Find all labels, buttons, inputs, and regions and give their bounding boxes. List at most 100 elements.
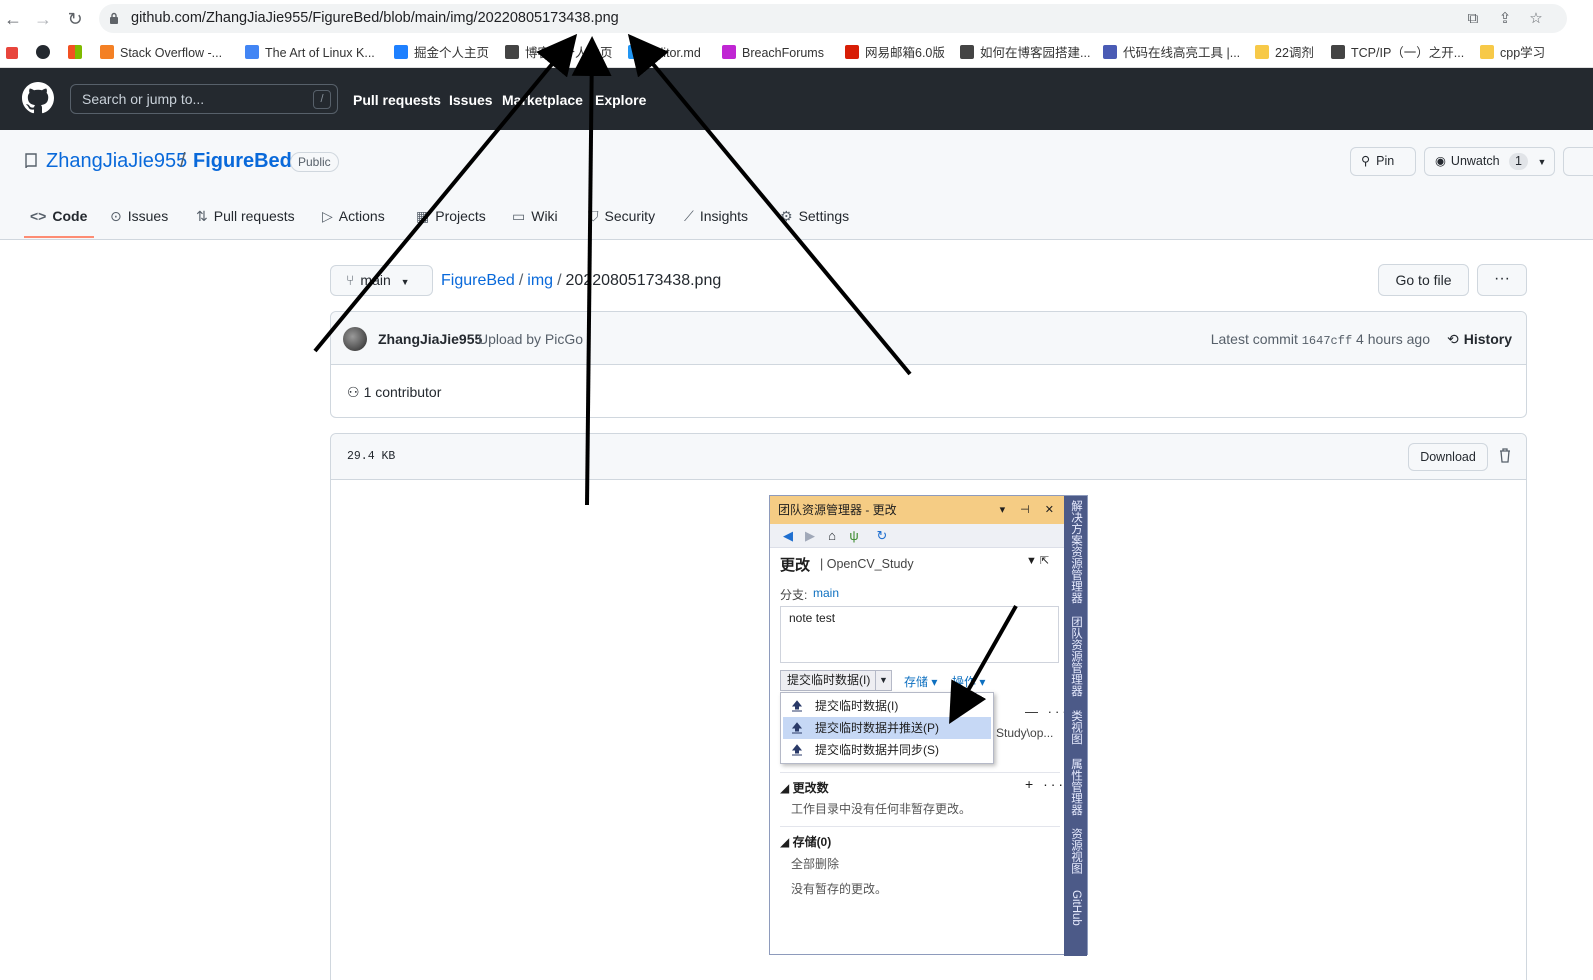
branch-selector[interactable]: ⑂ main ▼: [330, 265, 433, 296]
pin-button[interactable]: ⚲ Pin: [1350, 147, 1416, 176]
bookmark-github-icon[interactable]: [36, 44, 50, 62]
bookmark-item[interactable]: TCP/IP（一）之开...: [1331, 44, 1464, 62]
crumb-repo-link[interactable]: FigureBed: [441, 272, 515, 289]
commit-sha[interactable]: 1647cff: [1302, 334, 1352, 348]
bookmark-app-icon[interactable]: [6, 44, 18, 62]
download-button[interactable]: Download: [1408, 443, 1488, 471]
back-icon[interactable]: ←: [3, 9, 23, 29]
vs-collapse-icon: — ···: [1025, 704, 1070, 719]
file-size: 29.4 KB: [347, 450, 396, 463]
bookmark-label: 网易邮箱6.0版: [865, 46, 945, 60]
tab-security[interactable]: ⛉ Security: [588, 208, 655, 225]
crumb-dir-link[interactable]: img: [527, 272, 553, 289]
tab-code[interactable]: <> Code: [30, 208, 87, 224]
embedded-image: 团队资源管理器 - 更改 ▾ ⊣ ✕ ◀ ▶ ⌂ ψ ↻ 更改 | OpenCV…: [769, 495, 1088, 956]
bookmark-label: TCP/IP（一）之开...: [1351, 46, 1465, 60]
github-logo-icon[interactable]: [22, 82, 54, 114]
issue-icon: ⊙: [110, 208, 122, 224]
tab-code-label: Code: [52, 208, 88, 224]
tab-actions[interactable]: ▷ Actions: [322, 208, 385, 225]
commit-age: 4 hours ago: [1356, 331, 1430, 347]
bookmark-item[interactable]: 博客园个人主页: [505, 44, 613, 62]
vs-branch: main: [813, 586, 840, 600]
vs-refresh-icon: ↻: [876, 528, 888, 543]
crumb-file: 20220805173438.png: [565, 272, 722, 289]
divider: [780, 826, 1060, 827]
tab-actions-label: Actions: [338, 208, 385, 224]
bookmark-item[interactable]: 22调剂: [1255, 44, 1314, 62]
bookmark-item[interactable]: Editor.md: [628, 44, 701, 62]
latest-commit-info: Latest commit 1647cff 4 hours ago: [1211, 331, 1430, 348]
vs-side-tab: 类视图: [1070, 710, 1082, 745]
tab-settings[interactable]: ⚙ Settings: [780, 208, 849, 225]
more-options-button[interactable]: ···: [1477, 264, 1527, 296]
star-icon[interactable]: ☆: [1526, 9, 1546, 29]
tab-pull-requests[interactable]: ⇅ Pull requests: [196, 208, 295, 225]
bookmark-item[interactable]: 掘金个人主页: [394, 44, 489, 62]
commit-box: ZhangJiaJie955 Upload by PicGo Latest co…: [330, 311, 1527, 418]
tab-insights[interactable]: ⟋ Insights: [684, 208, 748, 225]
pin-label: Pin: [1376, 154, 1395, 168]
forward-icon[interactable]: →: [33, 9, 53, 29]
chevron-down-icon: ▼: [1537, 157, 1547, 167]
bookmark-item[interactable]: BreachForums: [722, 44, 824, 62]
bookmark-label: cpp学习: [1500, 46, 1546, 60]
unwatch-button[interactable]: ◉ Unwatch 1 ▼: [1424, 147, 1555, 176]
address-bar[interactable]: github.com/ZhangJiaJie955/FigureBed/blob…: [99, 4, 1567, 33]
vs-path-text: Study\op...: [996, 726, 1054, 740]
commit-author[interactable]: ZhangJiaJie955: [378, 331, 482, 347]
nav-marketplace[interactable]: Marketplace: [502, 92, 583, 108]
vs-window-controls: ▾ ⊣ ✕: [999, 504, 1060, 516]
folder-icon: [1255, 45, 1269, 59]
unwatch-label: Unwatch: [1450, 154, 1500, 168]
translate-icon[interactable]: ⧉: [1463, 9, 1483, 29]
avatar[interactable]: [343, 327, 367, 351]
vs-side-tab: GitHub: [1070, 890, 1082, 926]
search-input[interactable]: Search or jump to... /: [70, 84, 338, 114]
reload-icon[interactable]: ↻: [65, 9, 85, 29]
history-label: History: [1463, 331, 1512, 347]
vs-menu-item: 提交临时数据(I): [783, 695, 991, 717]
book-icon: ▭: [512, 208, 526, 224]
nav-issues[interactable]: Issues: [449, 92, 493, 108]
tab-wiki[interactable]: ▭ Wiki: [512, 208, 558, 225]
vs-actions-link: 操作 ▾: [952, 675, 986, 689]
latest-commit-bar: ZhangJiaJie955 Upload by PicGo Latest co…: [331, 312, 1526, 365]
vs-add-icon: + ···: [1025, 776, 1067, 792]
bookmark-item[interactable]: 网易邮箱6.0版: [845, 44, 945, 62]
share-icon[interactable]: ⇪: [1495, 9, 1515, 29]
shield-icon: ⛉: [588, 208, 599, 224]
bookmarks-bar: Stack Overflow -... The Art of Linux K...…: [0, 38, 1593, 68]
bookmark-item[interactable]: cpp学习: [1480, 44, 1545, 62]
bookmark-label: The Art of Linux K...: [265, 46, 375, 60]
stackoverflow-icon: [100, 45, 114, 59]
history-link[interactable]: ⟲ History: [1447, 331, 1512, 348]
repo-name-link[interactable]: FigureBed: [193, 150, 292, 173]
bookmark-item[interactable]: 代码在线高亮工具 |...: [1103, 44, 1240, 62]
tab-projects[interactable]: ▦ Projects: [416, 208, 486, 225]
tab-pull-requests-label: Pull requests: [213, 208, 295, 224]
bookmark-microsoft-icon[interactable]: [68, 44, 82, 62]
nav-pull-requests[interactable]: Pull requests: [353, 92, 441, 108]
trash-icon[interactable]: [1498, 447, 1512, 463]
bookmark-item[interactable]: The Art of Linux K...: [245, 44, 375, 62]
branch-label: main: [360, 272, 391, 288]
vs-plug-icon: ψ: [849, 528, 859, 543]
commit-message[interactable]: Upload by PicGo: [478, 331, 583, 347]
bookmark-item[interactable]: 如何在博客园搭建...: [960, 44, 1090, 62]
bookmark-item[interactable]: Stack Overflow -...: [100, 44, 222, 62]
vs-menu-label: 提交临时数据(I): [815, 699, 899, 713]
nav-explore[interactable]: Explore: [595, 92, 646, 108]
visibility-badge: Public: [290, 152, 339, 172]
vs-delete-all: 全部删除: [791, 857, 840, 871]
repo-owner-link[interactable]: ZhangJiaJie955: [46, 150, 187, 173]
tab-issues[interactable]: ⊙ Issues: [110, 208, 168, 225]
contributors-link[interactable]: ⚇ 1 contributor: [347, 384, 441, 401]
tab-projects-label: Projects: [435, 208, 486, 224]
chrome-icon: [1103, 45, 1117, 59]
search-placeholder: Search or jump to...: [82, 91, 205, 107]
vs-home-icon: ⌂: [828, 528, 836, 543]
tab-settings-label: Settings: [798, 208, 850, 224]
fork-button[interactable]: [1563, 147, 1593, 176]
go-to-file-button[interactable]: Go to file: [1378, 264, 1469, 296]
